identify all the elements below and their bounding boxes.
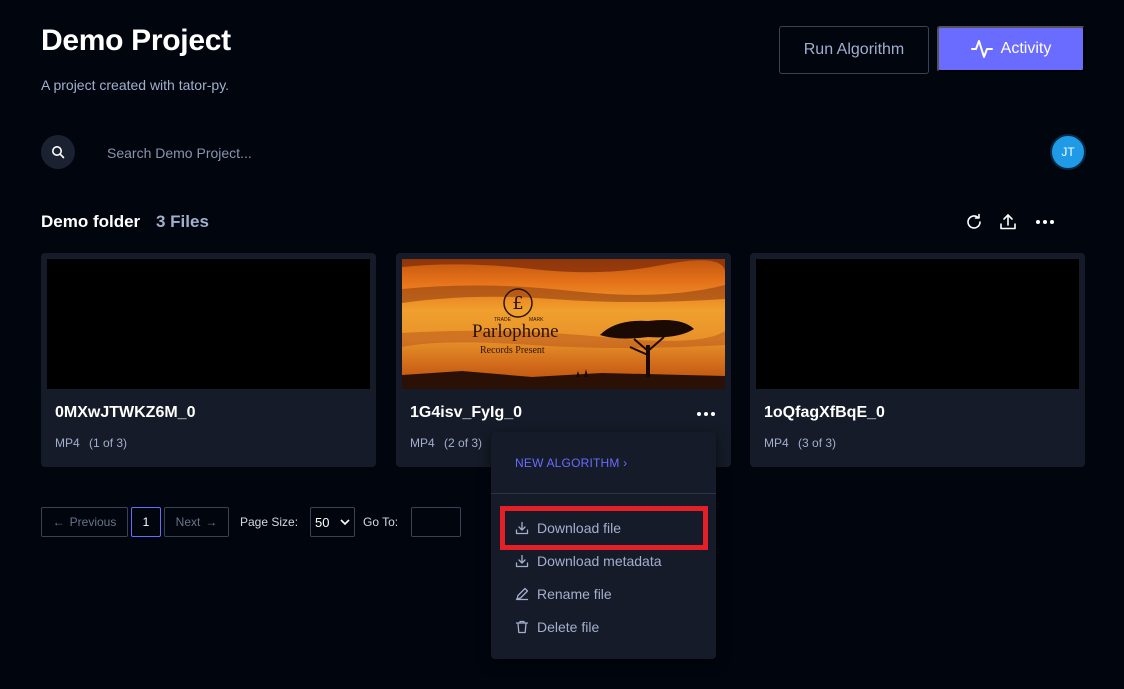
rename-file-item[interactable]: Rename file: [515, 583, 612, 605]
highlight-annotation: [500, 506, 708, 550]
previous-page-button[interactable]: ← Previous: [41, 507, 128, 537]
parlophone-thumbnail-art: £: [402, 259, 725, 389]
file-position: (2 of 3): [444, 436, 483, 450]
file-meta: MP4 (2 of 3): [410, 436, 488, 450]
activity-button[interactable]: Activity: [937, 26, 1085, 72]
page-title: Demo Project: [41, 24, 231, 57]
file-type: MP4: [55, 436, 80, 450]
menu-item-label: Delete file: [537, 619, 600, 635]
goto-label: Go To:: [363, 515, 399, 529]
activity-label: Activity: [1000, 40, 1052, 57]
search-icon: [52, 146, 65, 159]
new-algorithm-link[interactable]: NEW ALGORITHM ›: [515, 456, 627, 470]
file-type: MP4: [410, 436, 435, 450]
download-metadata-item[interactable]: Download metadata: [515, 550, 662, 572]
file-name[interactable]: 1oQfagXfBqE_0: [764, 404, 885, 422]
goto-page-input[interactable]: [411, 507, 461, 537]
file-card[interactable]: 1oQfagXfBqE_0 MP4 (3 of 3): [750, 253, 1085, 467]
page-size-label: Page Size:: [240, 515, 299, 529]
menu-item-label: Rename file: [537, 586, 612, 602]
more-options-icon[interactable]: [1034, 211, 1056, 233]
file-meta: MP4 (3 of 3): [764, 436, 842, 450]
next-page-button[interactable]: Next →: [164, 507, 229, 537]
download-icon: [515, 554, 529, 568]
thumbnail-brand: Parlophone: [472, 321, 559, 342]
menu-divider: [491, 493, 716, 494]
project-description: A project created with tator-py.: [41, 77, 230, 93]
video-thumbnail[interactable]: £ TRADE MARK Parlophone Records Present: [402, 259, 725, 389]
delete-file-item[interactable]: Delete file: [515, 616, 599, 638]
video-thumbnail[interactable]: [756, 259, 1079, 389]
file-name[interactable]: 0MXwJTWKZ6M_0: [55, 404, 195, 422]
video-thumbnail[interactable]: [47, 259, 370, 389]
file-name[interactable]: 1G4isv_FyIg_0: [410, 404, 522, 422]
run-algorithm-button[interactable]: Run Algorithm: [779, 26, 929, 74]
page-size-value: 50: [315, 514, 330, 530]
arrow-right-icon: →: [205, 515, 218, 529]
new-algorithm-label: NEW ALGORITHM: [515, 456, 620, 470]
next-label: Next: [175, 515, 201, 529]
avatar[interactable]: JT: [1050, 134, 1086, 170]
page-size-select[interactable]: 50: [310, 507, 355, 537]
current-page[interactable]: 1: [131, 507, 161, 537]
trash-icon: [515, 620, 529, 634]
menu-item-label: Download metadata: [537, 553, 662, 569]
file-type: MP4: [764, 436, 789, 450]
chevron-down-icon: [340, 519, 350, 525]
arrow-left-icon: ←: [52, 515, 65, 529]
more-options-icon[interactable]: [693, 403, 719, 425]
thumbnail-subtitle: Records Present: [480, 345, 545, 356]
folder-name: Demo folder: [41, 212, 141, 231]
upload-icon[interactable]: [997, 211, 1019, 233]
search-button[interactable]: [41, 135, 75, 169]
file-meta: MP4 (1 of 3): [55, 436, 133, 450]
activity-icon: [970, 40, 993, 58]
pencil-icon: [515, 587, 529, 601]
chevron-right-icon: ›: [623, 456, 628, 470]
file-position: (3 of 3): [798, 436, 837, 450]
previous-label: Previous: [69, 515, 117, 529]
search-input[interactable]: [95, 138, 595, 168]
file-count: 3 Files: [156, 212, 209, 231]
file-position: (1 of 3): [89, 436, 128, 450]
refresh-icon[interactable]: [963, 211, 985, 233]
file-card[interactable]: 0MXwJTWKZ6M_0 MP4 (1 of 3): [41, 253, 376, 467]
svg-text:£: £: [512, 293, 523, 314]
